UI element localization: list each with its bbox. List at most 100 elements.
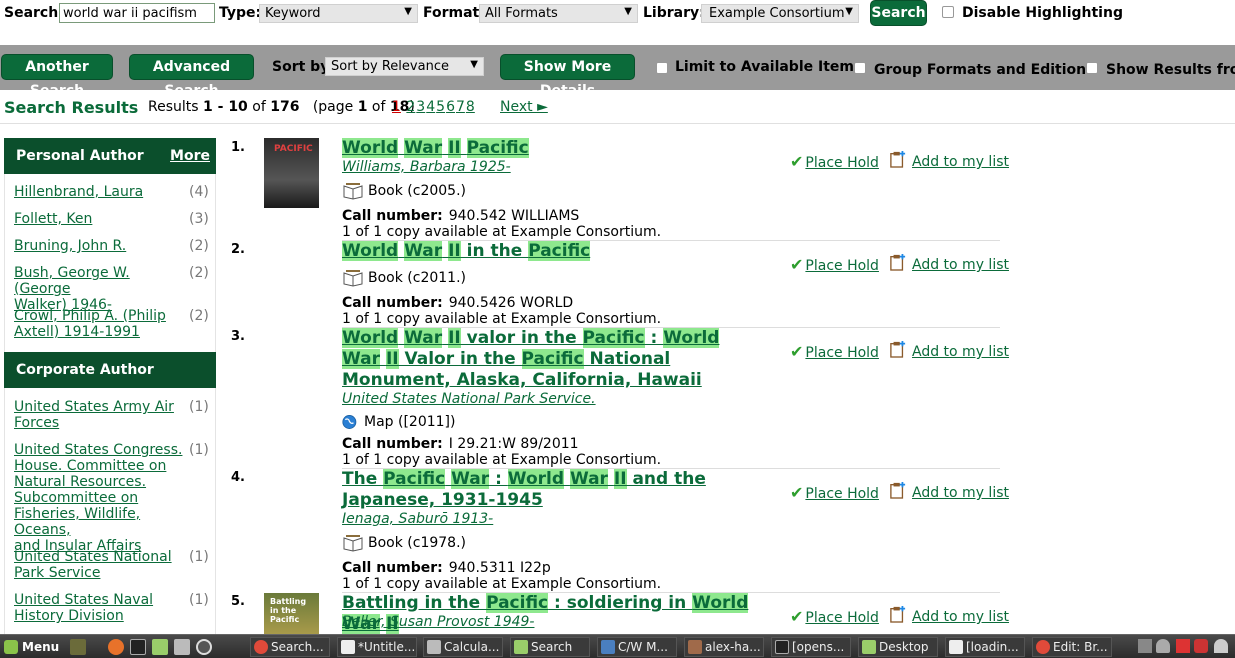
call-number-label: Call number: [342,560,443,576]
facet-item[interactable]: United States Army Air Forces [14,399,182,431]
advanced-search-button[interactable]: Advanced Search [129,54,254,99]
app-icon[interactable] [196,639,212,655]
facet-count: (1) [189,549,209,565]
place-hold-link[interactable]: ✔ Place Hold [790,342,879,361]
facet-item[interactable]: Crowl, Philip A. (Philip Axtell) 1914-199… [14,308,182,340]
result-author-link[interactable]: Ienaga, Saburō 1913- [342,511,493,527]
show-results-from-checkbox[interactable] [1086,62,1098,74]
personal-author-more-link[interactable]: More [170,138,210,174]
another-search-button[interactable]: Another Search [1,54,113,99]
terminal-icon[interactable] [130,639,146,655]
user-icon[interactable] [1156,639,1170,653]
show-desktop-icon[interactable] [70,639,86,655]
task-edit[interactable]: Edit: Br... [1032,637,1112,657]
task-terminal[interactable]: [opens... [771,637,851,657]
place-hold-link[interactable]: ✔ Place Hold [790,483,879,502]
result-title-link[interactable]: World War II in the Pacific [342,241,752,262]
call-number-label: Call number: [342,208,443,224]
task-label: C/W M... [618,640,668,654]
results-range: 1 - 10 [203,99,248,115]
files-icon[interactable] [152,639,168,655]
shield-icon[interactable] [1194,639,1208,653]
result-title-link[interactable]: The Pacific War : World War II and the J… [342,469,752,511]
chrome-icon [254,640,268,654]
update-icon[interactable] [1176,639,1190,653]
results-of: of [247,99,271,115]
book-icon [343,183,363,200]
result-author-link[interactable]: Williams, Barbara 1925- [342,159,511,175]
facet-item[interactable]: United States Naval History Division [14,592,182,624]
facet-count: (2) [189,308,209,324]
start-menu-button[interactable]: Menu [2,638,59,656]
task-alex[interactable]: alex-ha... [684,637,764,657]
task-editor[interactable]: *Untitle... [337,637,417,657]
task-cw[interactable]: C/W M... [597,637,677,657]
task-search-folder[interactable]: Search [510,637,590,657]
clipboard-add-icon [890,341,906,358]
book-cover-image[interactable]: PACIFIC [264,138,319,208]
facet-item[interactable]: United States National Park Service [14,549,182,581]
facet-item[interactable]: Bruning, John R. [14,238,182,254]
facet-item[interactable]: Follett, Ken [14,211,182,227]
book-cover-image[interactable]: Battling in the Pacific [264,593,319,634]
place-hold-link[interactable]: ✔ Place Hold [790,255,879,274]
add-to-list-link[interactable]: Add to my list [890,481,1009,501]
page-link-8[interactable]: 8 [466,99,475,115]
call-number-value: 940.5426 WORLD [448,295,574,311]
network-share-icon[interactable] [1138,639,1152,653]
page-link-4[interactable]: 4 [426,99,435,115]
check-icon: ✔ [790,255,804,274]
sort-select[interactable]: Sort by Relevance ▼ [325,57,484,76]
page-link-2[interactable]: 2 [406,99,415,115]
terminal-icon [775,640,789,654]
format-text: Book (c2011.) [368,270,466,286]
page-link-3[interactable]: 3 [416,99,425,115]
format-label: Format: [423,5,485,21]
page-link-1[interactable]: 1 [392,99,401,115]
add-to-list-link[interactable]: Add to my list [890,605,1009,625]
facet-item[interactable]: Hillenbrand, Laura [14,184,182,200]
group-formats-checkbox[interactable] [854,62,866,74]
format-select[interactable]: All Formats ▼ [479,4,638,23]
search-button[interactable]: Search [870,0,927,26]
place-hold-text: Place Hold [805,486,879,502]
result-title-link[interactable]: World War II valor in the Pacific : Worl… [342,328,752,391]
type-select[interactable]: Keyword ▼ [259,4,418,23]
facet-item[interactable]: United States Congress. House. Committee … [14,442,189,554]
add-to-list-link[interactable]: Add to my list [890,253,1009,273]
result-number: 3. [231,329,245,344]
result-call-number: Call number: 940.5311 I22p [342,560,551,576]
facet-item[interactable]: Bush, George W. (George Walker) 1946- [14,265,182,313]
result-title-link[interactable]: World War II Pacific [342,138,752,159]
place-hold-link[interactable]: ✔ Place Hold [790,152,879,171]
wifi-icon[interactable] [1214,639,1228,653]
next-page-link[interactable]: Next ► [500,99,548,115]
add-to-list-text: Add to my list [912,485,1009,501]
page-link-5[interactable]: 5 [436,99,445,115]
place-hold-link[interactable]: ✔ Place Hold [790,607,879,626]
task-label: [opens... [792,640,845,654]
search-label: Search: [4,5,64,21]
limit-available-checkbox[interactable] [656,62,668,74]
task-desktop[interactable]: Desktop [858,637,938,657]
search-input[interactable] [59,3,215,23]
calculator-icon [427,640,441,654]
page-link-6[interactable]: 6 [446,99,455,115]
result-author-link[interactable]: United States National Park Service. [342,391,596,407]
add-to-list-link[interactable]: Add to my list [890,340,1009,360]
page-link-7[interactable]: 7 [456,99,465,115]
task-calculator[interactable]: Calcula... [423,637,503,657]
result-author-link[interactable]: Beller, Susan Provost 1949- [342,614,534,630]
show-more-details-button[interactable]: Show More Details [500,54,635,99]
calculator-icon[interactable] [174,639,190,655]
corporate-author-facet: Corporate Author [4,352,216,388]
task-loading[interactable]: [loadin... [945,637,1025,657]
library-select[interactable]: Example Consortium ▼ [701,4,859,23]
check-icon: ✔ [790,483,804,502]
firefox-icon[interactable] [108,639,124,655]
task-chrome-search[interactable]: Search... [250,637,330,657]
disable-highlighting-checkbox[interactable] [942,6,954,18]
call-number-value: I 29.21:W 89/2011 [448,436,579,452]
add-to-list-link[interactable]: Add to my list [890,150,1009,170]
call-number-value: 940.542 WILLIAMS [448,208,580,224]
